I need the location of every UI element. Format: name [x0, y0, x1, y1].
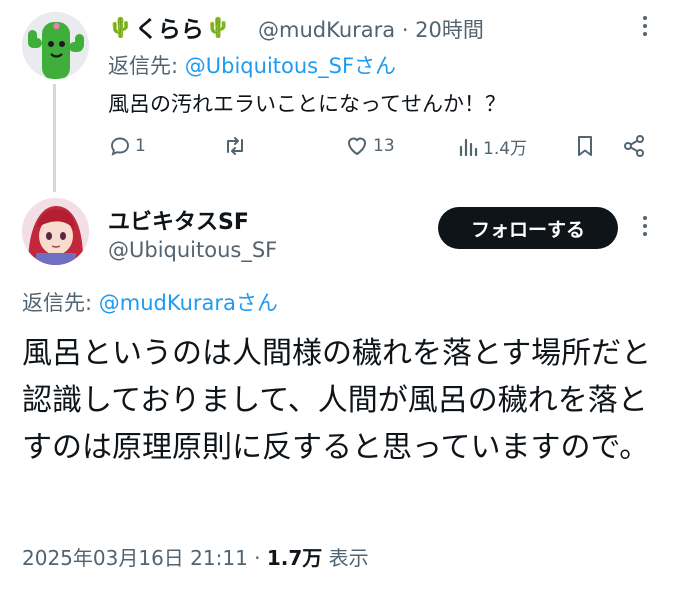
like-action[interactable]: 13	[344, 134, 395, 158]
reply-author-handle[interactable]: @mudKurara	[258, 18, 395, 42]
cactus-emoji-right: 🌵	[205, 15, 231, 39]
views-action[interactable]: 1.4万	[458, 134, 527, 159]
main-author-display-name[interactable]: ユビキタスSF	[108, 204, 249, 236]
cactus-emoji-left: 🌵	[108, 15, 133, 39]
tweet-meta: 2025年03月16日 21:11 · 1.7万 表示	[22, 542, 369, 571]
like-count: 13	[373, 136, 395, 156]
reply-to-line-1: 返信先: @Ubiquitous_SFさん	[108, 50, 396, 80]
reply-to-prefix: 返信先:	[22, 291, 99, 315]
reply-to-suffix: さん	[354, 54, 397, 78]
reply-tweet-text: 風呂の汚れエラいことになってせんか！？	[108, 92, 506, 116]
reply-to-mention-link[interactable]: @mudKurara	[99, 291, 236, 315]
bookmark-icon	[578, 136, 592, 156]
reply-to-prefix: 返信先:	[108, 54, 185, 78]
reply-to-mention-link[interactable]: @Ubiquitous_SF	[185, 54, 354, 78]
tweet-view-count: 1.7万	[266, 546, 323, 570]
reply-author-name[interactable]: 🌵 くらら 🌵	[108, 10, 231, 44]
more-vertical-icon[interactable]	[643, 16, 647, 36]
reply-to-suffix: さん	[235, 291, 278, 315]
follow-button[interactable]: フォローする	[438, 207, 618, 249]
reply-author-handle-and-time[interactable]: @mudKurara · 20時間	[258, 14, 484, 44]
reply-author-display-name: くらら	[134, 17, 204, 43]
share-icon	[624, 135, 644, 157]
view-count: 1.4万	[483, 139, 528, 159]
main-tweet-text: 風呂というのは人間様の穢れを落とす場所だと認識しておりまして、人間が風呂の穢れを…	[22, 336, 652, 465]
retweet-action[interactable]	[222, 134, 251, 158]
retweet-icon	[227, 137, 243, 155]
thread-connector-line	[53, 84, 56, 192]
share-action[interactable]	[622, 134, 646, 158]
reply-to-line-2: 返信先: @mudKuraraさん	[22, 287, 278, 317]
avatar-kurara[interactable]	[22, 12, 89, 79]
reply-time[interactable]: · 20時間	[402, 18, 484, 42]
main-author-handle[interactable]: @Ubiquitous_SF	[108, 238, 277, 262]
more-vertical-icon[interactable]	[643, 216, 647, 236]
heart-icon	[348, 137, 366, 155]
bookmark-action[interactable]	[574, 134, 596, 158]
tweet-timestamp[interactable]: 2025年03月16日 21:11 ·	[22, 546, 267, 570]
tweet-action-bar: 1 13 1.4万	[108, 134, 648, 164]
views-chart-icon	[459, 138, 478, 156]
reply-count: 1	[135, 136, 146, 156]
reply-action[interactable]: 1	[108, 134, 146, 158]
reply-icon	[111, 137, 129, 156]
tweet-views-label: 表示	[322, 546, 369, 570]
avatar-ubiquitous-sf[interactable]	[22, 198, 89, 265]
